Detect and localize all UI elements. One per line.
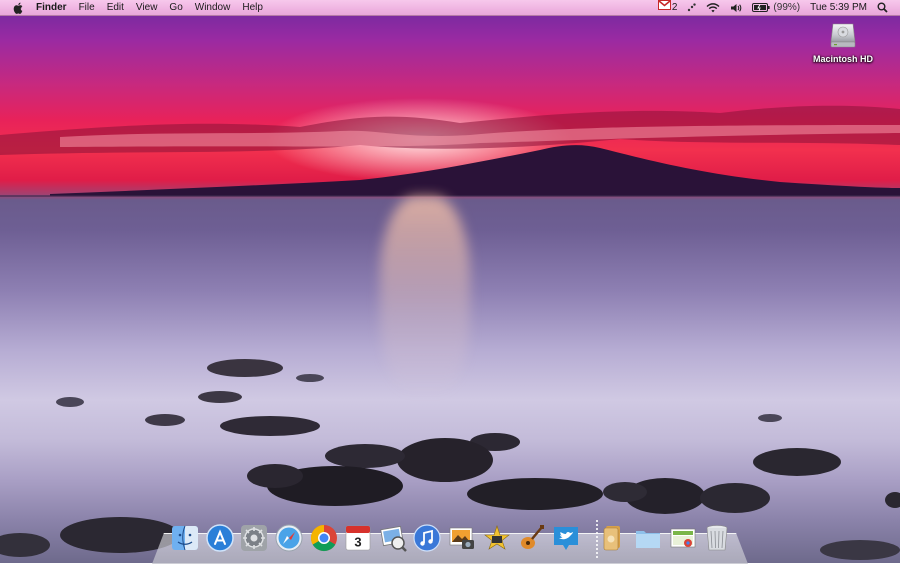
finder-icon[interactable] [170,523,200,553]
battery-percent: (99%) [773,2,801,13]
gmail-count: 2 [671,2,678,13]
dots-icon [688,3,697,12]
preview-icon[interactable] [378,523,408,553]
ical-icon[interactable]: 3 [343,523,373,553]
gmail-notifier[interactable]: 2 [653,0,683,15]
safari-icon[interactable] [274,523,304,553]
battery-icon [752,3,771,12]
gmail-icon [657,0,671,15]
garageband-icon[interactable] [516,523,546,553]
wifi-icon[interactable] [701,0,725,15]
iphoto-icon[interactable] [447,523,477,553]
menu-file[interactable]: File [73,0,101,15]
menu-window[interactable]: Window [189,0,237,15]
volume-icon[interactable] [725,0,747,15]
menu-bar: Finder File Edit View Go Window Help 2 (… [0,0,900,16]
applications-stack-icon[interactable] [598,523,628,553]
itunes-icon[interactable] [412,523,442,553]
hard-drive-icon [828,20,858,50]
menu-help[interactable]: Help [236,0,269,15]
system-preferences-icon[interactable] [239,523,269,553]
battery-status[interactable]: (99%) [747,0,805,15]
dock: 3 [168,519,735,553]
menu-app-finder[interactable]: Finder [28,0,73,15]
spotlight-icon[interactable] [872,0,900,15]
downloads-stack-icon[interactable] [668,523,698,553]
island-silhouette [0,145,900,197]
app-store-icon[interactable] [205,523,235,553]
calendar-day: 3 [355,535,362,550]
clock[interactable]: Tue 5:39 PM [805,0,872,15]
menu-extras: 2 (99%) Tue 5:39 PM [653,0,900,15]
menu-view[interactable]: View [130,0,164,15]
menu-edit[interactable]: Edit [101,0,130,15]
menu-go[interactable]: Go [163,0,188,15]
desktop-icon-label: Macintosh HD [812,54,873,64]
trash-icon[interactable] [702,523,732,553]
apple-menu-icon[interactable] [8,2,28,14]
chrome-icon[interactable] [309,523,339,553]
desktop-icon-macintosh-hd[interactable]: Macintosh HD [805,20,881,64]
twitter-icon[interactable] [551,523,581,553]
imovie-icon[interactable] [482,523,512,553]
status-icon-mini[interactable] [682,0,701,15]
documents-folder-icon[interactable] [633,523,663,553]
